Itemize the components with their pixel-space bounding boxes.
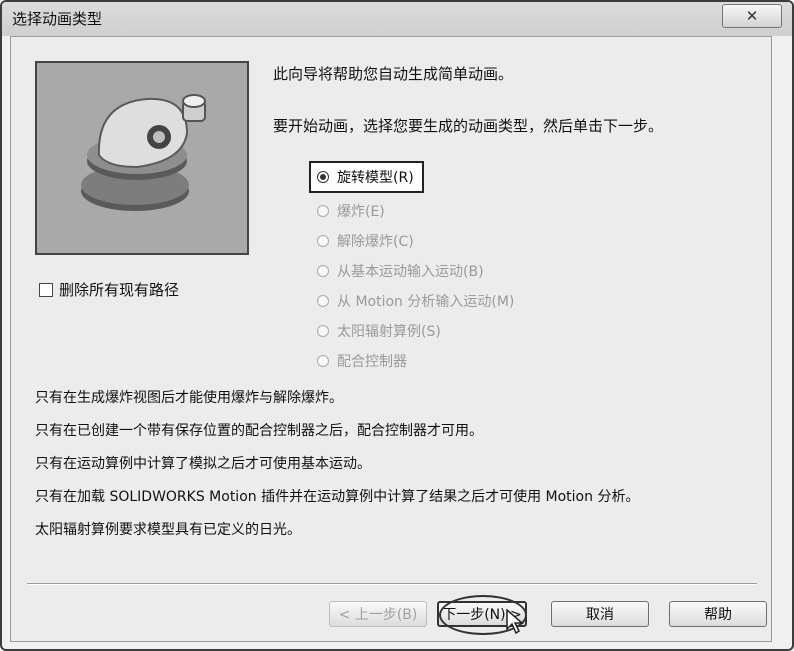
note-text: 只有在生成爆炸视图后才能使用爆炸与解除爆炸。 xyxy=(35,390,343,406)
radio-button[interactable] xyxy=(317,205,329,217)
delete-paths-label: 删除所有现有路径 xyxy=(59,281,180,299)
radio-button[interactable] xyxy=(317,295,329,307)
help-button[interactable]: 帮助 xyxy=(669,601,767,627)
cancel-button[interactable]: 取消 xyxy=(551,601,649,627)
note-text: 只有在运动算例中计算了模拟之后才可使用基本运动。 xyxy=(35,456,371,472)
intro-text-1: 此向导将帮助您自动生成简单动画。 xyxy=(273,65,514,83)
dialog-content: 删除所有现有路径 此向导将帮助您自动生成简单动画。 要开始动画，选择您要生成的动… xyxy=(10,36,772,642)
delete-paths-checkbox[interactable] xyxy=(39,282,53,297)
radio-solar-study[interactable]: 太阳辐射算例(S) xyxy=(317,321,441,341)
radio-explode[interactable]: 爆炸(E) xyxy=(317,201,385,221)
window-title: 选择动画类型 xyxy=(12,10,103,28)
radio-basic-motion[interactable]: 从基本运动输入运动(B) xyxy=(317,261,484,281)
radio-rotate-model[interactable]: 旋转模型(R) xyxy=(309,161,424,193)
intro-text-2: 要开始动画，选择您要生成的动画类型，然后单击下一步。 xyxy=(273,117,664,135)
note-text: 只有在已创建一个带有保存位置的配合控制器之后，配合控制器才可用。 xyxy=(35,423,483,439)
close-button[interactable]: ✕ xyxy=(722,4,782,28)
radio-button[interactable] xyxy=(317,355,329,367)
mouse-pointer-icon xyxy=(506,609,525,635)
radio-button[interactable] xyxy=(317,325,329,337)
radio-button[interactable] xyxy=(317,235,329,247)
radio-mate-controller[interactable]: 配合控制器 xyxy=(317,351,407,371)
radio-label: 旋转模型(R) xyxy=(337,170,414,186)
radio-label: 从基本运动输入运动(B) xyxy=(337,264,484,280)
close-icon: ✕ xyxy=(745,7,759,25)
radio-label: 配合控制器 xyxy=(337,354,407,370)
title-bar[interactable]: 选择动画类型 ✕ xyxy=(2,2,792,36)
radio-motion-analysis[interactable]: 从 Motion 分析输入运动(M) xyxy=(317,291,514,311)
radio-label: 太阳辐射算例(S) xyxy=(337,324,441,340)
radio-label: 从 Motion 分析输入运动(M) xyxy=(337,294,515,310)
back-button[interactable]: < 上一步(B) xyxy=(329,601,427,627)
divider xyxy=(27,583,757,585)
dialog-window: 选择动画类型 ✕ 删除所有现有路径 此向导将帮助您自动生成简单动画。 要开始动画… xyxy=(0,0,794,651)
note-text: 只有在加载 SOLIDWORKS Motion 插件并在运动算例中计算了结果之后… xyxy=(35,489,640,505)
rotate-model-preview-icon xyxy=(81,94,206,211)
radio-button[interactable] xyxy=(317,171,329,183)
radio-label: 爆炸(E) xyxy=(337,204,385,220)
radio-button[interactable] xyxy=(317,265,329,277)
note-text: 太阳辐射算例要求模型具有已定义的日光。 xyxy=(35,522,301,538)
radio-collapse[interactable]: 解除爆炸(C) xyxy=(317,231,414,251)
preview-image xyxy=(35,61,249,255)
delete-paths-option[interactable]: 删除所有现有路径 xyxy=(39,279,179,300)
radio-label: 解除爆炸(C) xyxy=(337,234,414,250)
